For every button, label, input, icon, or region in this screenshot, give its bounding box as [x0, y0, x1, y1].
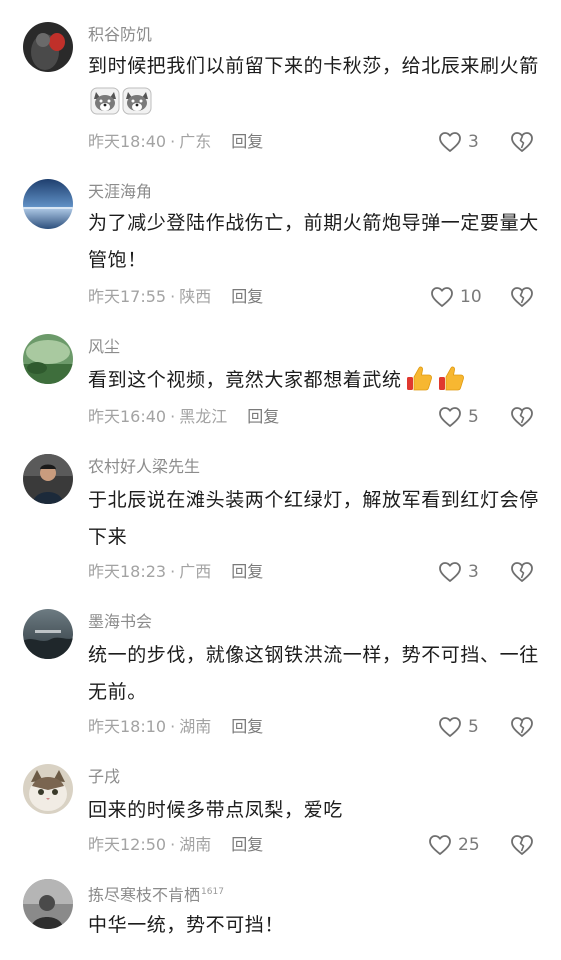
comment-item: 积谷防饥 到时候把我们以前留下来的卡秋莎，给北辰来刷火箭 昨天18:40 · 广东回…: [0, 0, 561, 160]
separator: ·: [170, 407, 176, 426]
like-button[interactable]: 3: [438, 131, 479, 153]
like-button[interactable]: 5: [438, 716, 479, 738]
comment-text: 看到这个视频，竟然大家都想着武统: [88, 362, 543, 399]
timestamp: 昨天12:50: [88, 835, 167, 854]
like-button[interactable]: 10: [430, 286, 482, 308]
broken-heart-icon: [511, 132, 533, 152]
location: 湖南: [179, 835, 212, 854]
comment-meta: 昨天18:40 · 广东 回复: [88, 132, 263, 152]
broken-heart-icon: [511, 407, 533, 427]
reply-button[interactable]: 回复: [231, 717, 263, 736]
comment-item: 天涯海角 为了减少登陆作战伤亡，前期火箭炮导弹一定要量大管饱！ 昨天17:55 ·…: [0, 160, 561, 315]
like-count: 25: [458, 835, 480, 855]
comment-text: 到时候把我们以前留下来的卡秋莎，给北辰来刷火箭: [88, 48, 543, 122]
location: 陕西: [179, 287, 212, 306]
broken-heart-icon: [511, 287, 533, 307]
comment-text: 于北辰说在滩头装两个红绿灯，解放军看到红灯会停下来: [88, 489, 539, 548]
separator: ·: [170, 562, 176, 581]
timestamp: 昨天18:10: [88, 717, 167, 736]
comment-meta: 昨天18:10 · 湖南 回复: [88, 717, 263, 737]
comment-item: 拣尽寒枝不肯栖1617 中华一统，势不可挡！: [0, 875, 561, 960]
wolf-emoji-icon: [90, 86, 120, 116]
username[interactable]: 风尘: [88, 337, 120, 357]
reply-button[interactable]: 回复: [231, 562, 263, 581]
location: 湖南: [179, 717, 212, 736]
timestamp: 昨天17:55: [88, 287, 167, 306]
like-button[interactable]: 3: [438, 561, 479, 583]
location: 黑龙江: [179, 407, 228, 426]
username[interactable]: 积谷防饥: [88, 25, 152, 45]
heart-outline-icon: [431, 287, 453, 307]
avatar[interactable]: [23, 179, 73, 229]
username[interactable]: 天涯海角: [88, 182, 152, 202]
broken-heart-icon: [511, 562, 533, 582]
reply-button[interactable]: 回复: [231, 835, 263, 854]
comment-item: 风尘 看到这个视频，竟然大家都想着武统 昨天16:40 · 黑龙江 回复 5: [0, 315, 561, 450]
comment-meta: 昨天17:55 · 陕西 回复: [88, 287, 263, 307]
dislike-button[interactable]: [510, 286, 534, 308]
like-button[interactable]: 25: [428, 834, 480, 856]
comment-item: 农村好人梁先生 于北辰说在滩头装两个红绿灯，解放军看到红灯会停下来 昨天18:2…: [0, 450, 561, 605]
comment-text-body: 看到这个视频，竟然大家都想着武统: [88, 369, 402, 391]
thumbs-up-emoji-icon: [436, 363, 466, 393]
avatar[interactable]: [23, 879, 73, 929]
heart-outline-icon: [429, 835, 451, 855]
username[interactable]: 农村好人梁先生: [88, 457, 200, 477]
reply-button[interactable]: 回复: [247, 407, 279, 426]
username[interactable]: 拣尽寒枝不肯栖1617: [88, 882, 224, 905]
like-count: 3: [468, 132, 479, 152]
avatar[interactable]: [23, 764, 73, 814]
dislike-button[interactable]: [510, 131, 534, 153]
timestamp: 昨天16:40: [88, 407, 167, 426]
dislike-button[interactable]: [510, 834, 534, 856]
comment-text: 统一的步伐，就像这钢铁洪流一样，势不可挡、一往无前。: [88, 644, 539, 703]
avatar[interactable]: [23, 22, 73, 72]
username[interactable]: 墨海书会: [88, 612, 152, 632]
like-count: 10: [460, 287, 482, 307]
heart-outline-icon: [439, 407, 461, 427]
separator: ·: [170, 717, 176, 736]
separator: ·: [170, 132, 176, 151]
like-count: 5: [468, 717, 479, 737]
timestamp: 昨天18:23: [88, 562, 167, 581]
comment-text-body: 到时候把我们以前留下来的卡秋莎，给北辰来刷火箭: [88, 55, 539, 77]
separator: ·: [170, 835, 176, 854]
username[interactable]: 子戌: [88, 767, 120, 787]
avatar[interactable]: [23, 454, 73, 504]
wolf-emoji-icon: [122, 86, 152, 116]
dislike-button[interactable]: [510, 716, 534, 738]
broken-heart-icon: [511, 717, 533, 737]
username-badge: 1617: [201, 887, 224, 897]
like-count: 5: [468, 407, 479, 427]
comment-text: 中华一统，势不可挡！: [88, 914, 285, 936]
comment-meta: 昨天12:50 · 湖南 回复: [88, 835, 263, 855]
username-text: 拣尽寒枝不肯栖: [88, 885, 201, 905]
comment-meta: 昨天18:23 · 广西 回复: [88, 562, 263, 582]
dislike-button[interactable]: [510, 406, 534, 428]
thumbs-up-emoji-icon: [404, 363, 434, 393]
avatar[interactable]: [23, 334, 73, 384]
comment-text: 为了减少登陆作战伤亡，前期火箭炮导弹一定要量大管饱！: [88, 212, 539, 271]
avatar[interactable]: [23, 609, 73, 659]
timestamp: 昨天18:40: [88, 132, 167, 151]
like-button[interactable]: 5: [438, 406, 479, 428]
comment-item: 墨海书会 统一的步伐，就像这钢铁洪流一样，势不可挡、一往无前。 昨天18:10 ·…: [0, 605, 561, 760]
heart-outline-icon: [439, 132, 461, 152]
heart-outline-icon: [439, 717, 461, 737]
broken-heart-icon: [511, 835, 533, 855]
reply-button[interactable]: 回复: [231, 132, 263, 151]
separator: ·: [170, 287, 176, 306]
comment-text: 回来的时候多带点凤梨，爱吃: [88, 799, 343, 821]
reply-button[interactable]: 回复: [231, 287, 263, 306]
heart-outline-icon: [439, 562, 461, 582]
like-count: 3: [468, 562, 479, 582]
dislike-button[interactable]: [510, 561, 534, 583]
location: 广东: [179, 132, 212, 151]
comment-meta: 昨天16:40 · 黑龙江 回复: [88, 407, 279, 427]
comment-item: 子戌 回来的时候多带点凤梨，爱吃 昨天12:50 · 湖南 回复 25: [0, 760, 561, 875]
location: 广西: [179, 562, 212, 581]
